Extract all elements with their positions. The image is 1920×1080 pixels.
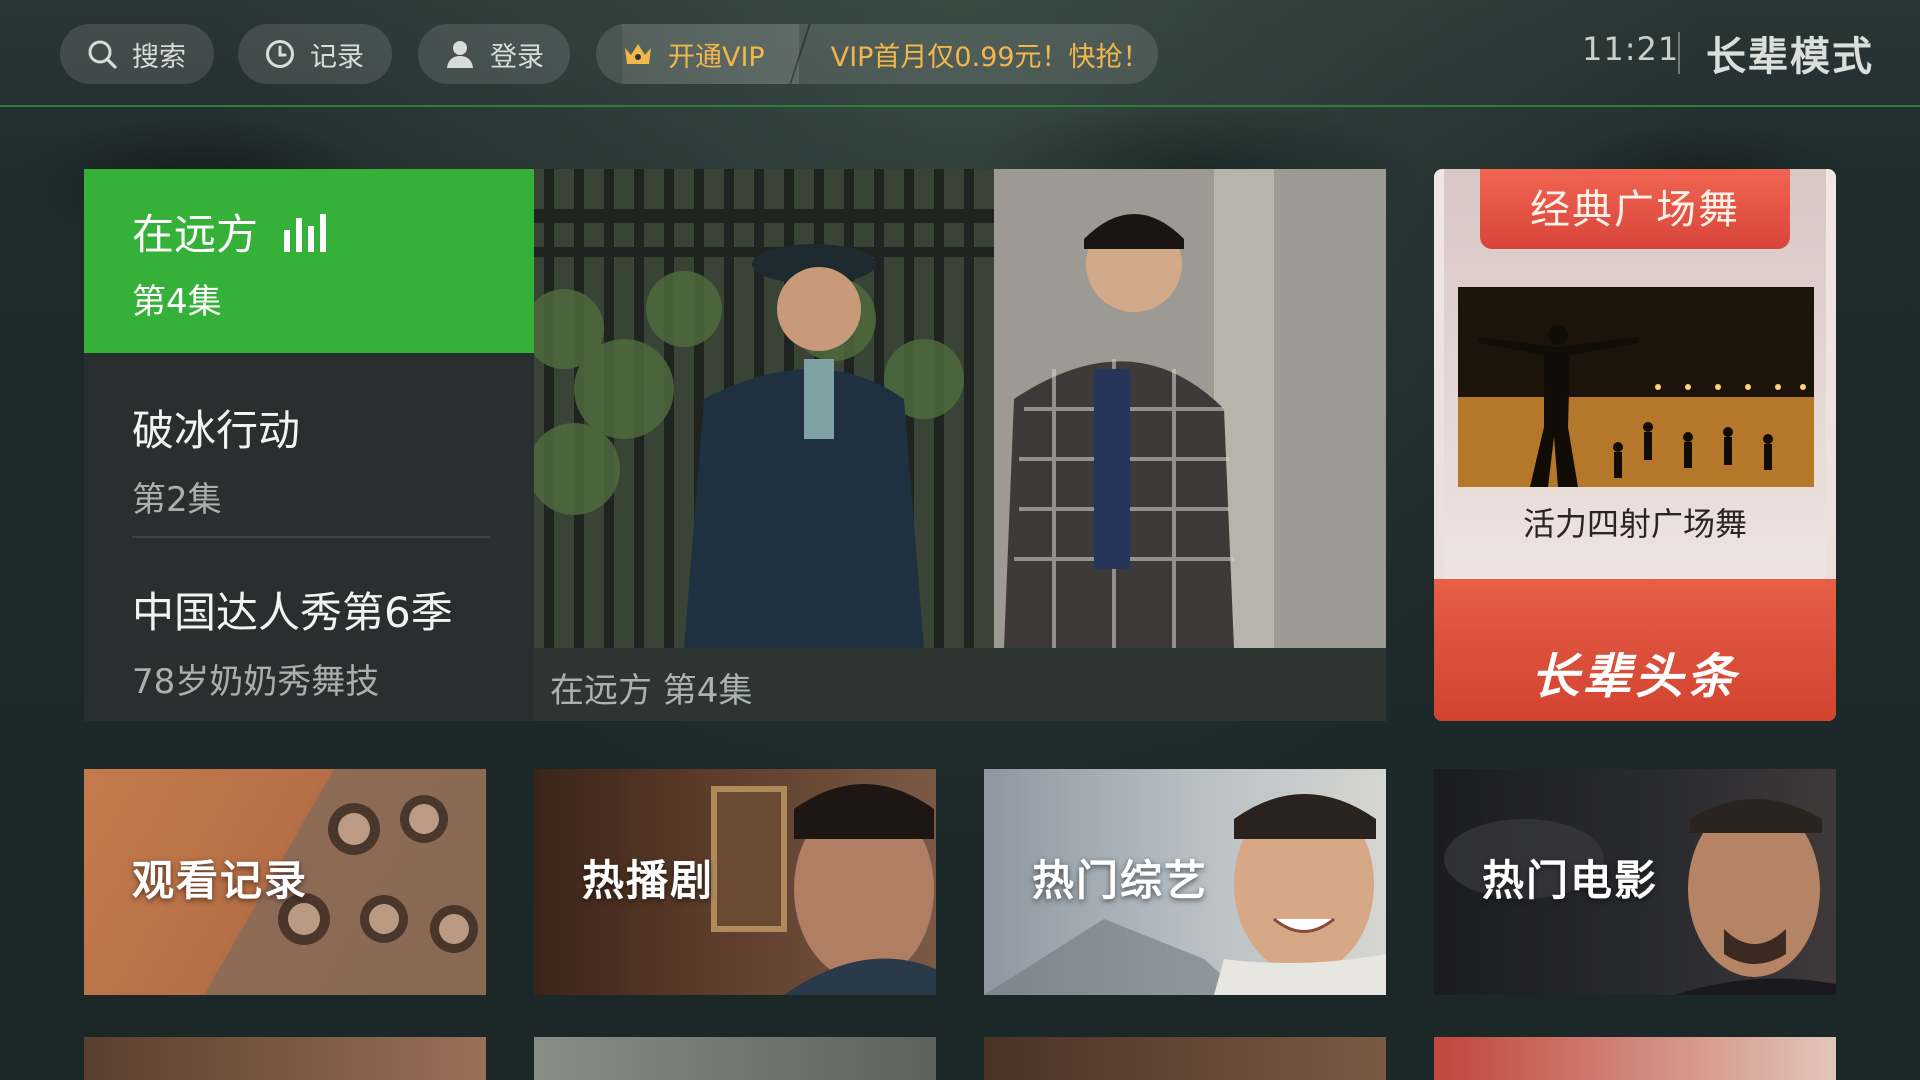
recent-playlist: 在远方 第4集 破冰行动 第2集 中国达人秀第6季 78岁奶奶秀舞技 <box>84 169 534 721</box>
login-button[interactable]: 登录 <box>418 24 570 84</box>
promo-brand: 长辈头条 <box>1530 649 1739 705</box>
tile-watch-history[interactable]: 观看记录 <box>84 769 486 995</box>
clock-divider <box>1678 32 1680 74</box>
elder-mode-label[interactable]: 长辈模式 <box>1706 24 1874 82</box>
tile-label: 热门综艺 <box>1032 856 1209 905</box>
login-label: 登录 <box>490 41 544 73</box>
promo-brand-banner: 长辈头条 <box>1434 579 1836 721</box>
tile-row3-2[interactable] <box>534 1037 936 1080</box>
playlist-item-title: 破冰行动 <box>132 406 301 455</box>
tile-row3-3[interactable] <box>984 1037 1386 1080</box>
tile-row3-4[interactable] <box>1434 1037 1836 1080</box>
tile-row3-1[interactable] <box>84 1037 486 1080</box>
tv-home-screen: 搜索 记录 登录 开通VIP VIP首月仅0.99元！快抢！ 11:21 长辈模… <box>0 0 1920 1080</box>
history-label: 记录 <box>310 41 364 73</box>
promo-subtitle: 活力四射广场舞 <box>1522 505 1747 543</box>
playlist-item-active[interactable]: 在远方 第4集 <box>84 169 534 353</box>
playlist-item-subtitle: 第4集 <box>132 282 222 322</box>
history-button[interactable]: 记录 <box>238 24 392 84</box>
playing-equalizer-icon <box>284 212 327 252</box>
tile-hot-movies[interactable]: 热门电影 <box>1434 769 1836 995</box>
tile-hot-dramas[interactable]: 热播剧 <box>534 769 936 995</box>
crown-icon <box>625 44 651 64</box>
promo-image <box>1458 287 1814 487</box>
playlist-item[interactable]: 破冰行动 第2集 <box>84 353 534 537</box>
video-caption: 在远方 第4集 <box>550 671 753 711</box>
playlist-item-title: 中国达人秀第6季 <box>132 588 453 637</box>
search-button[interactable]: 搜索 <box>60 24 214 84</box>
top-bar: 搜索 记录 登录 开通VIP VIP首月仅0.99元！快抢！ 11:21 长辈模… <box>0 0 1920 107</box>
clock: 11:21 <box>1582 30 1680 68</box>
playlist-item-title: 在远方 <box>132 210 259 259</box>
user-icon <box>447 41 473 68</box>
search-icon <box>88 40 117 69</box>
promo-card[interactable]: 经典广场舞 活力四射广场舞 长辈头条 <box>1434 169 1836 721</box>
vip-promo-text: VIP首月仅0.99元！快抢！ <box>830 41 1150 73</box>
playlist-item[interactable]: 中国达人秀第6季 78岁奶奶秀舞技 <box>84 537 534 721</box>
tile-label: 热播剧 <box>582 856 715 905</box>
clock-icon <box>266 40 294 68</box>
tile-hot-variety[interactable]: 热门综艺 <box>984 769 1386 995</box>
vip-open: 开通VIP <box>622 24 799 84</box>
search-label: 搜索 <box>132 41 186 73</box>
video-frame-image <box>534 169 1386 648</box>
tile-label: 观看记录 <box>132 856 309 905</box>
vip-label: 开通VIP <box>668 41 765 73</box>
tile-label: 热门电影 <box>1482 856 1659 905</box>
playlist-item-subtitle: 第2集 <box>132 480 222 520</box>
video-preview[interactable]: 在远方 第4集 <box>534 169 1386 721</box>
promo-tag: 经典广场舞 <box>1480 169 1790 249</box>
vip-button[interactable]: 开通VIP VIP首月仅0.99元！快抢！ <box>596 24 1158 84</box>
playlist-item-subtitle: 78岁奶奶秀舞技 <box>132 662 380 702</box>
